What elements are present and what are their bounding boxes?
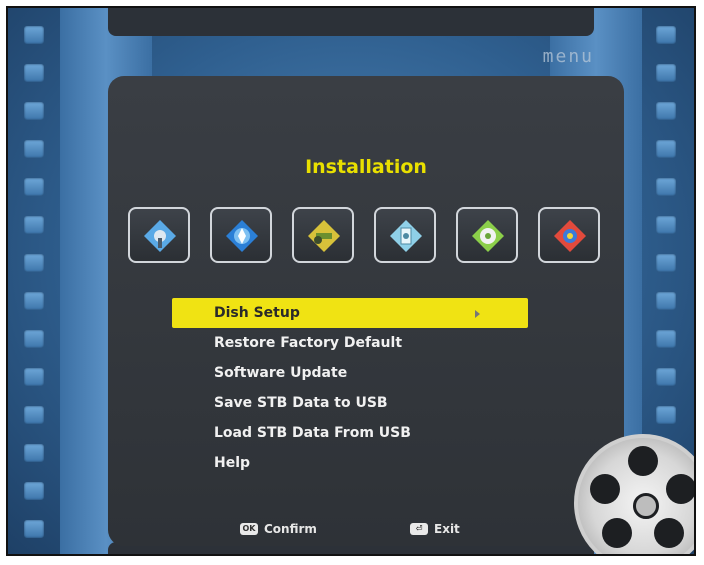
- film-perforation: [24, 64, 44, 82]
- help-icon: [554, 220, 586, 252]
- ok-key-icon: OK: [240, 523, 258, 535]
- exit-key-icon: ⏎: [410, 523, 428, 535]
- page-title: Installation: [305, 156, 427, 178]
- menu-watermark: menu: [542, 46, 594, 67]
- film-perforation: [656, 254, 676, 272]
- film-perforation: [656, 406, 676, 424]
- reel-hole: [628, 446, 658, 476]
- menu-item-save-stb-data[interactable]: Save STB Data to USB: [172, 388, 528, 418]
- reel-hole: [654, 518, 684, 548]
- tv-screen: menu Installation Dish Setup Restore Fac…: [6, 6, 696, 556]
- category-satellite[interactable]: [210, 207, 272, 263]
- dish-setup-icon: [144, 220, 176, 252]
- film-perforation: [24, 406, 44, 424]
- installation-menu: Dish Setup Restore Factory Default Softw…: [172, 298, 528, 478]
- film-perforation: [656, 102, 676, 120]
- film-perforation: [24, 216, 44, 234]
- reel-hole: [590, 474, 620, 504]
- category-icon-row: [128, 207, 608, 267]
- tools-icon: [308, 220, 340, 252]
- exit-hint[interactable]: ⏎ Exit: [410, 522, 460, 536]
- category-tools[interactable]: [292, 207, 354, 263]
- menu-item-label: Dish Setup: [214, 305, 300, 321]
- film-perforation: [24, 140, 44, 158]
- menu-item-label: Help: [214, 455, 251, 471]
- film-perforation: [656, 292, 676, 310]
- film-perforation: [24, 482, 44, 500]
- film-perforation: [24, 102, 44, 120]
- film-perforation: [24, 368, 44, 386]
- film-perforation: [656, 216, 676, 234]
- usb-transfer-icon: [390, 220, 422, 252]
- menu-item-load-stb-data[interactable]: Load STB Data From USB: [172, 418, 528, 448]
- film-perforation: [656, 64, 676, 82]
- menu-item-label: Save STB Data to USB: [214, 395, 388, 411]
- installation-panel: Installation Dish Setup Restore Factory …: [108, 76, 624, 546]
- category-media[interactable]: [456, 207, 518, 263]
- reel-hole: [666, 474, 694, 504]
- menu-item-label: Load STB Data From USB: [214, 425, 411, 441]
- menu-item-dish-setup[interactable]: Dish Setup: [172, 298, 528, 328]
- submenu-arrow-icon: [475, 310, 480, 318]
- exit-label: Exit: [434, 522, 460, 536]
- satellite-search-icon: [226, 220, 258, 252]
- film-perforation: [24, 444, 44, 462]
- menu-item-help[interactable]: Help: [172, 448, 528, 478]
- film-holes-left: [20, 8, 50, 554]
- menu-item-label: Restore Factory Default: [214, 335, 403, 351]
- film-perforation: [656, 368, 676, 386]
- film-perforation: [24, 330, 44, 348]
- reel-hub: [633, 493, 659, 519]
- menu-item-software-update[interactable]: Software Update: [172, 358, 528, 388]
- film-perforation: [24, 292, 44, 310]
- category-help[interactable]: [538, 207, 600, 263]
- film-perforation: [656, 178, 676, 196]
- film-perforation: [24, 26, 44, 44]
- film-perforation: [24, 178, 44, 196]
- film-perforation: [656, 26, 676, 44]
- film-perforation: [24, 520, 44, 538]
- reel-hole: [602, 518, 632, 548]
- menu-item-label: Software Update: [214, 365, 348, 381]
- category-dish-setup[interactable]: [128, 207, 190, 263]
- top-bar: [108, 8, 594, 36]
- media-settings-icon: [472, 220, 504, 252]
- menu-item-restore-factory-default[interactable]: Restore Factory Default: [172, 328, 528, 358]
- category-usb[interactable]: [374, 207, 436, 263]
- film-perforation: [656, 140, 676, 158]
- film-perforation: [656, 330, 676, 348]
- film-perforation: [24, 254, 44, 272]
- confirm-hint[interactable]: OK Confirm: [240, 522, 317, 536]
- confirm-label: Confirm: [264, 522, 317, 536]
